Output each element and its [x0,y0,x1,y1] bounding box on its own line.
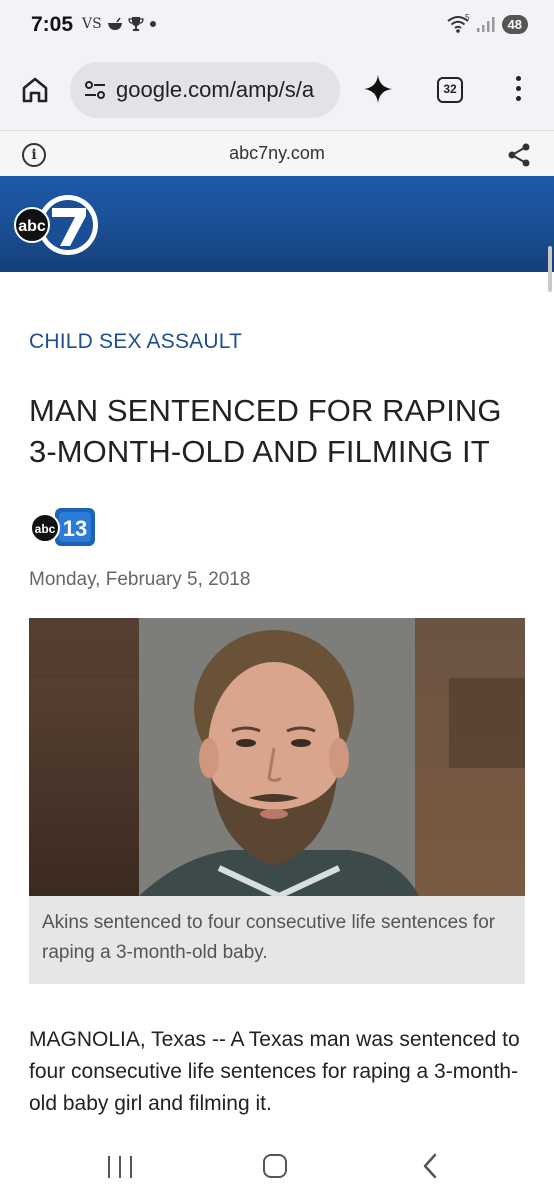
dot-icon [149,21,156,27]
address-bar[interactable]: google.com/amp/s/a [70,62,340,118]
browser-toolbar: google.com/amp/s/a 32 [0,50,554,130]
nav-home-icon[interactable] [263,1154,287,1178]
more-vert-icon[interactable] [512,76,524,106]
article-photo[interactable] [29,618,525,896]
abc7-logo[interactable]: abc [12,192,102,256]
trophy-icon [128,17,144,31]
article-headline: MAN SENTENCED FOR RAPING 3-MONTH-OLD AND… [29,393,502,469]
article-category[interactable]: CHILD SEX ASSAULT [29,330,242,354]
bowl-icon [107,17,122,30]
abc13-logo: 13 abc [30,508,95,546]
signal-icon [476,17,495,32]
url-text[interactable]: google.com/amp/s/a [116,77,314,103]
site-domain[interactable]: abc7ny.com [0,143,554,164]
mugshot-image [29,618,525,896]
vs-app-icon: VS [82,16,102,32]
home-icon[interactable] [20,75,50,105]
system-nav-bar [0,1132,554,1200]
notification-icons: VS [82,16,157,32]
info-icon[interactable]: i [22,143,46,167]
photo-caption: Akins sentenced to four consecutive life… [42,912,496,963]
share-icon[interactable] [506,142,532,168]
recents-icon[interactable] [108,1156,132,1178]
abc13-number: 13 [63,516,87,541]
site-header: abc [0,176,554,272]
site-settings-icon[interactable] [84,80,106,100]
photo-caption-box: Akins sentenced to four consecutive life… [29,896,525,984]
article-body: MAGNOLIA, Texas -- A Texas man was sente… [29,1028,520,1115]
status-bar: 7:05 VS 5 48 [0,0,554,50]
wifi-icon: 5 [446,14,470,33]
battery-indicator: 48 [501,14,528,34]
status-time: 7:05 [31,13,74,36]
publish-date: Monday, February 5, 2018 [29,569,251,590]
back-icon[interactable] [420,1152,440,1180]
wifi-badge: 5 [465,14,470,22]
abc-logo-text: abc [18,218,46,235]
tab-switcher-button[interactable]: 32 [437,77,463,103]
status-right: 5 48 [446,14,528,34]
gemini-sparkle-icon[interactable] [362,73,394,105]
abc13-logo-text: abc [35,522,56,536]
site-info-bar: abc7ny.com i [0,130,554,176]
scrollbar[interactable] [548,246,552,292]
